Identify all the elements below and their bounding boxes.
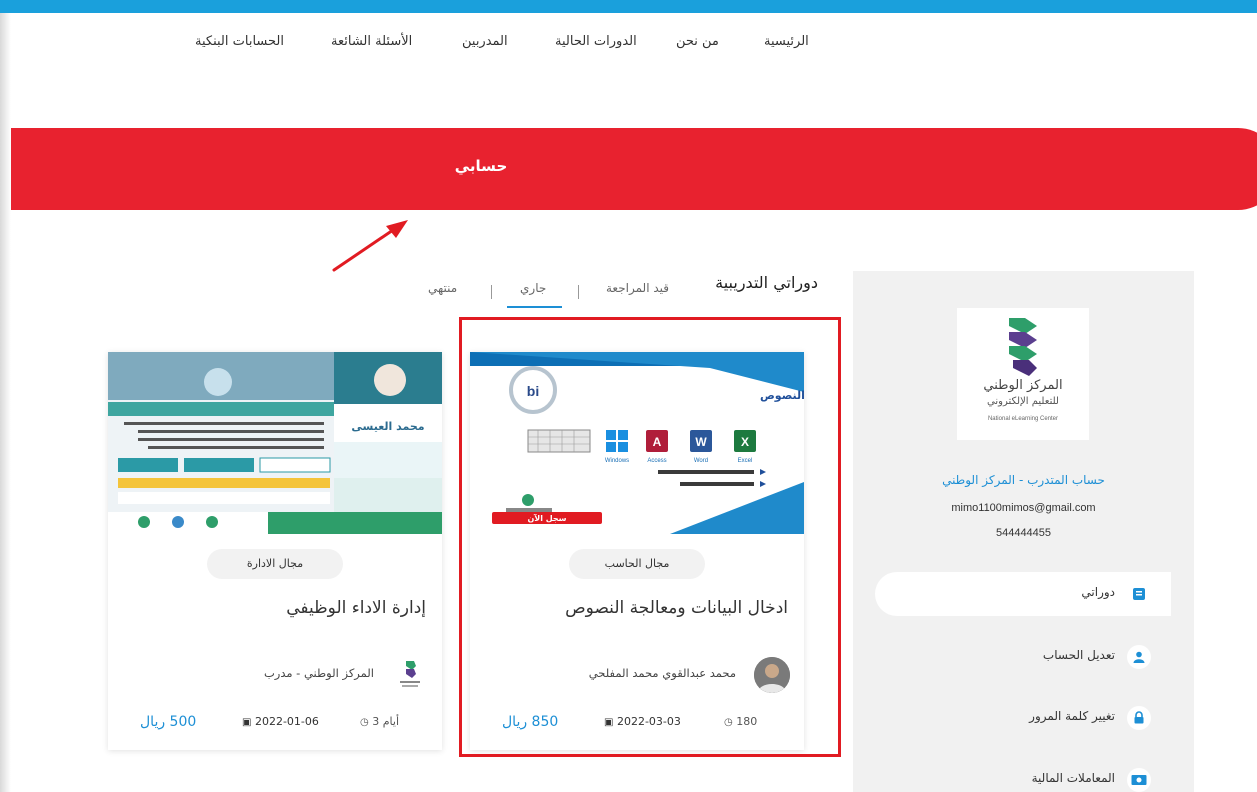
app-label: Access [647, 458, 666, 464]
page-banner: حسابي [11, 128, 1257, 210]
menu-label: دوراتي [1081, 585, 1115, 599]
page-title: حسابي [454, 157, 508, 175]
category-pill: مجال الادارة [207, 549, 343, 579]
lock-icon [1127, 706, 1151, 730]
account-title: حساب المتدرب - المركز الوطني [942, 473, 1105, 487]
nav-about[interactable]: من نحن [676, 34, 719, 49]
svg-text:X: X [741, 435, 749, 449]
top-stripe [0, 0, 1257, 13]
app-label: Excel [738, 458, 753, 464]
svg-text:bi: bi [527, 383, 539, 399]
register-now-badge: سجل الآن [527, 513, 566, 523]
trainer-name: المركز الوطني - مدرب [263, 666, 374, 680]
menu-label: تغيير كلمة المرور [1029, 709, 1115, 723]
duration-value: 180 [736, 715, 758, 728]
menu-edit-account[interactable]: تعديل الحساب [875, 635, 1171, 679]
menu-financial-transactions[interactable]: المعاملات المالية [875, 758, 1171, 792]
course-price: 500 ريال [140, 714, 197, 730]
nav-faq[interactable]: الأسئلة الشائعة [331, 34, 412, 49]
menu-label: تعديل الحساب [1042, 648, 1115, 662]
logo-mark-icon [1009, 318, 1037, 376]
menu-label: المعاملات المالية [1031, 771, 1115, 785]
calendar-icon: ▣ [242, 717, 252, 728]
book-icon [1127, 582, 1151, 606]
course-price: 850 ريال [502, 714, 559, 730]
menu-my-courses[interactable]: دوراتي [875, 572, 1171, 616]
user-icon [1127, 645, 1151, 669]
course-card[interactable]: bi دورة إدخال البيانات ومعالجة النصوص A … [470, 352, 804, 750]
course-image[interactable]: محمد العيسى [108, 352, 442, 534]
section-title: دوراتي التدريبية [715, 273, 818, 292]
date-value: 2022-01-06 [254, 715, 319, 728]
category-pill: مجال الحاسب [569, 549, 705, 579]
account-email: mimo1100mimos@gmail.com [951, 502, 1096, 514]
clock-icon: ◷ [724, 717, 733, 728]
app-label: Windows [605, 458, 629, 464]
calendar-icon: ▣ [604, 717, 614, 728]
center-logo: المركز الوطني للتعليم الإلكتروني Nationa… [957, 308, 1089, 440]
course-duration: ◷ 180 [724, 715, 757, 728]
course-title[interactable]: ادخال البيانات ومعالجة النصوص [565, 598, 788, 618]
app-label: Word [694, 458, 708, 464]
tab-ongoing[interactable]: جاري [520, 281, 546, 295]
nav-current-courses[interactable]: الدورات الحالية [555, 34, 637, 49]
svg-text:A: A [653, 435, 662, 449]
annotation-arrow-icon [332, 220, 408, 272]
logo-name-en: National eLearning Center [987, 416, 1059, 422]
page: الرئيسية من نحن الدورات الحالية المدربين… [0, 0, 1257, 792]
tab-divider [491, 285, 492, 299]
logo-name-ar: المركز الوطني [983, 378, 1063, 393]
date-value: 2022-03-03 [616, 715, 681, 728]
image-heading: دورة إدخال البيانات ومعالجة النصوص [760, 389, 804, 402]
svg-text:W: W [695, 435, 707, 449]
money-icon [1127, 768, 1151, 792]
edge-shadow [0, 13, 11, 792]
nav-bank-accounts[interactable]: الحسابات البنكية [195, 34, 284, 49]
clock-icon: ◷ [360, 717, 369, 728]
tab-finished[interactable]: منتهي [428, 281, 457, 295]
trainer-avatar [392, 657, 428, 693]
account-phone: 544444455 [995, 527, 1052, 539]
course-date: ▣ 2022-01-06 [242, 715, 319, 728]
tab-under-review[interactable]: قيد المراجعة [606, 281, 669, 295]
course-duration: ◷ 3 أيام [360, 715, 399, 728]
course-card[interactable]: محمد العيسى مجال الادارة إدارة الاداء ال… [108, 352, 442, 750]
main-nav: الرئيسية من نحن الدورات الحالية المدربين… [0, 34, 1257, 58]
tab-divider [578, 285, 579, 299]
duration-value: 3 أيام [372, 715, 400, 728]
course-image[interactable]: bi دورة إدخال البيانات ومعالجة النصوص A … [470, 352, 804, 534]
nav-trainers[interactable]: المدربين [462, 34, 508, 49]
course-title[interactable]: إدارة الاداء الوظيفي [286, 598, 426, 618]
menu-change-password[interactable]: تغيير كلمة المرور [875, 696, 1171, 740]
nav-home[interactable]: الرئيسية [764, 34, 809, 49]
image-presenter-name: محمد العيسى [351, 420, 424, 433]
trainer-avatar [754, 657, 790, 693]
account-sidebar: المركز الوطني للتعليم الإلكتروني Nationa… [853, 271, 1194, 792]
logo-tagline-ar: للتعليم الإلكتروني [987, 396, 1059, 407]
trainer-name: محمد عبدالقوي محمد المفلحي [588, 666, 736, 680]
active-tab-indicator [507, 306, 562, 308]
course-date: ▣ 2022-03-03 [604, 715, 681, 728]
